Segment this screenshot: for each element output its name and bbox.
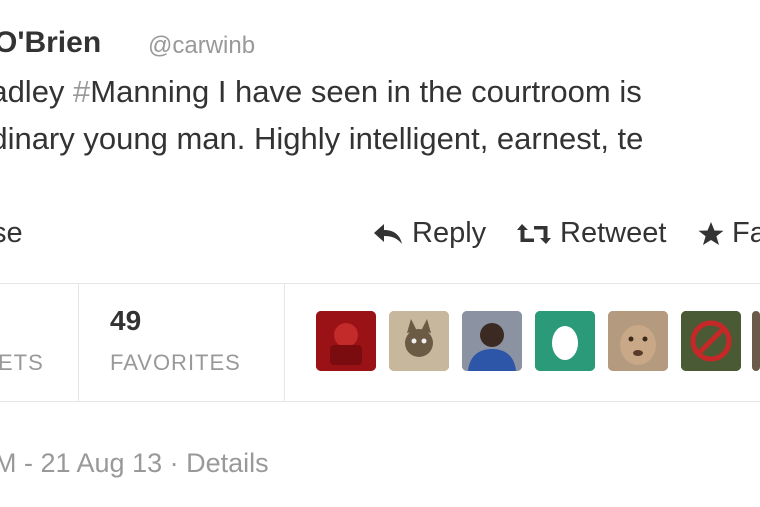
stats-divider-1 (78, 283, 79, 401)
tweet-timestamp[interactable]: M - 21 Aug 13 · Details (0, 448, 269, 479)
timestamp-text: M - 21 Aug 13 (0, 448, 163, 478)
avatar-partial[interactable] (752, 311, 760, 371)
favorite-button[interactable]: Fa (698, 217, 760, 250)
divider-bottom (0, 401, 760, 402)
reply-button[interactable]: Reply (372, 217, 486, 250)
hashtag-manning[interactable]: Manning (90, 74, 209, 109)
divider-top (0, 283, 760, 284)
stats-divider-2 (284, 283, 285, 401)
author-name[interactable]: O'Brien (0, 26, 101, 60)
reply-label: Reply (412, 217, 487, 249)
retweet-button[interactable]: Retweet (516, 217, 666, 250)
collapse-label: se (0, 217, 23, 249)
tweet-text-segment: radley (0, 74, 65, 109)
star-icon (698, 221, 724, 247)
avatar-cougar[interactable] (608, 311, 668, 371)
avatar-red[interactable] (316, 311, 376, 371)
details-link[interactable]: Details (186, 448, 269, 478)
tweet-text-segment: I have seen in the courtroom is (209, 74, 642, 109)
favorite-label: Fa (732, 217, 760, 249)
avatar-nosymbol[interactable] (681, 311, 741, 371)
avatar-man[interactable] (462, 311, 522, 371)
collapse-link[interactable]: se (0, 217, 23, 250)
retweet-icon (516, 222, 552, 246)
favorites-label[interactable]: FAVORITES (110, 350, 241, 376)
tweet-text-line-2: rdinary young man. Highly intelligent, e… (0, 121, 644, 156)
retweets-label[interactable]: ETS (0, 350, 44, 376)
avatar-egg[interactable] (535, 311, 595, 371)
avatar-cat[interactable] (389, 311, 449, 371)
retweet-label: Retweet (560, 217, 667, 249)
footer-separator: · (169, 448, 179, 478)
reply-arrow-icon (372, 222, 404, 246)
favorites-count[interactable]: 49 (110, 305, 141, 337)
tweet-text-line-1: radley #Manning I have seen in the court… (0, 74, 642, 110)
hashtag-symbol[interactable]: # (73, 74, 90, 109)
author-handle[interactable]: @carwinb (148, 32, 255, 60)
